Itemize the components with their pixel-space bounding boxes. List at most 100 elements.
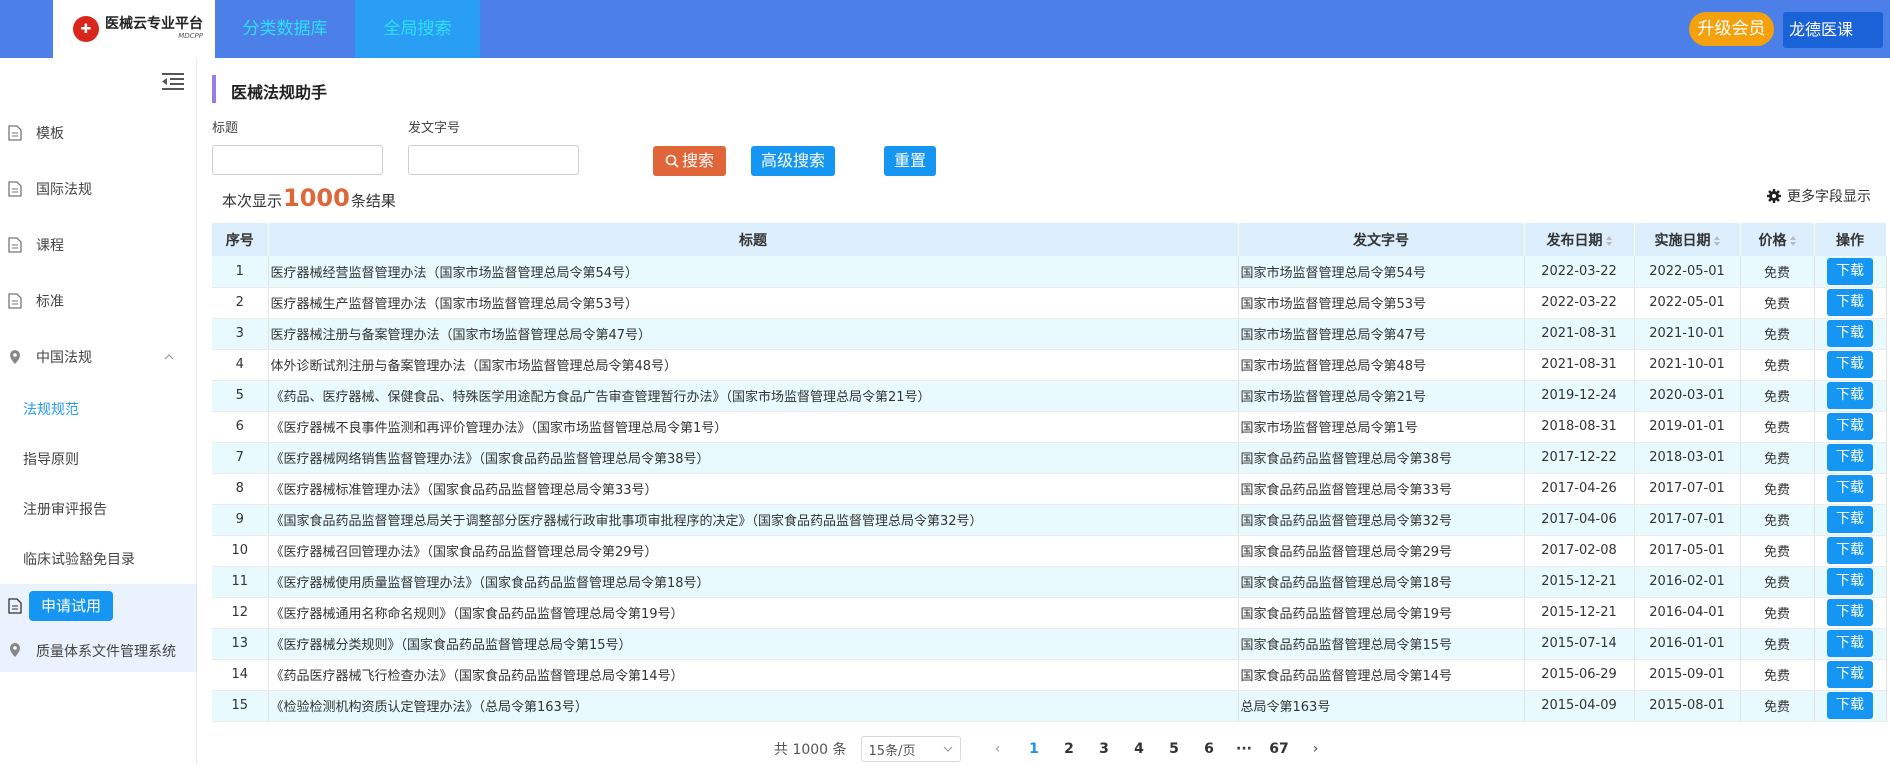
download-button[interactable]: 下载: [1827, 692, 1873, 719]
cell-action: 下载: [1814, 566, 1887, 598]
cell-title[interactable]: 体外诊断试剂注册与备案管理办法（国家市场监督管理总局令第48号）: [268, 349, 1239, 381]
chevron-up-icon[interactable]: [164, 354, 174, 360]
next-page-button[interactable]: ›: [1305, 741, 1327, 757]
sidebar-item-standards[interactable]: 标准: [0, 281, 196, 321]
download-button[interactable]: 下载: [1827, 382, 1873, 409]
cell-eff-date: 2017-07-01: [1634, 473, 1741, 505]
cell-title[interactable]: 医疗器械注册与备案管理办法（国家市场监督管理总局令第47号）: [268, 318, 1239, 350]
cell-title[interactable]: 《医疗器械分类规则》（国家食品药品监督管理总局令第15号）: [268, 628, 1239, 660]
sidebar-apply-row: 申请试用: [0, 584, 196, 628]
sidebar-sub-guidelines[interactable]: 指导原则: [0, 438, 196, 478]
sidebar-item-china-regulations[interactable]: 中国法规: [0, 337, 196, 377]
cell-title[interactable]: 《医疗器械不良事件监测和再评价管理办法》（国家市场监督管理总局令第1号）: [268, 411, 1239, 443]
cell-title[interactable]: 《药品医疗器械飞行检查办法》（国家食品药品监督管理总局令第14号）: [268, 659, 1239, 691]
search-button[interactable]: 搜索: [653, 146, 726, 176]
more-fields-button[interactable]: 更多字段显示: [1767, 186, 1871, 206]
download-button[interactable]: 下载: [1827, 568, 1873, 595]
cell-docno: 国家市场监督管理总局令第21号: [1238, 380, 1525, 412]
brand-logo[interactable]: ✚ 医械云专业平台 MDCPP: [53, 0, 215, 58]
cell-title[interactable]: 医疗器械经营监督管理办法（国家市场监督管理总局令第54号）: [268, 256, 1239, 288]
col-header-pub-date[interactable]: 发布日期: [1524, 223, 1635, 256]
col-header-eff-date[interactable]: 实施日期: [1634, 223, 1741, 256]
cell-title[interactable]: 《医疗器械标准管理办法》（国家食品药品监督管理总局令第33号）: [268, 473, 1239, 505]
upgrade-membership-button[interactable]: 升级会员: [1689, 12, 1774, 46]
page-4[interactable]: 4: [1122, 741, 1157, 757]
cell-title[interactable]: 《医疗器械召回管理办法》（国家食品药品监督管理总局令第29号）: [268, 535, 1239, 567]
download-button[interactable]: 下载: [1827, 506, 1873, 533]
docno-input[interactable]: [408, 145, 579, 175]
sidebar-sub-regulations[interactable]: 法规规范: [0, 388, 196, 428]
cell-docno: 总局令第163号: [1238, 690, 1525, 722]
cell-pub-date: 2017-12-22: [1524, 442, 1635, 474]
page-size-select[interactable]: 15条/页: [860, 736, 961, 762]
download-button[interactable]: 下载: [1827, 257, 1873, 285]
apply-trial-button[interactable]: 申请试用: [29, 591, 113, 621]
download-button[interactable]: 下载: [1827, 475, 1873, 502]
sidebar-sub-review-reports[interactable]: 注册审评报告: [0, 488, 196, 528]
download-button[interactable]: 下载: [1827, 444, 1873, 471]
download-button[interactable]: 下载: [1827, 289, 1873, 316]
tab-global-search[interactable]: 全局搜索: [355, 0, 480, 58]
cell-title[interactable]: 《国家食品药品监督管理总局关于调整部分医疗器械行政审批事项审批程序的决定》（国家…: [268, 504, 1239, 536]
download-button[interactable]: 下载: [1827, 599, 1873, 626]
sort-icon[interactable]: [1789, 235, 1796, 246]
cell-eff-date: 2021-10-01: [1634, 349, 1741, 381]
cell-docno: 国家食品药品监督管理总局令第29号: [1238, 535, 1525, 567]
download-button[interactable]: 下载: [1827, 661, 1873, 688]
sidebar-item-label: 国际法规: [36, 182, 92, 198]
sidebar-item-qms[interactable]: 质量体系文件管理系统: [0, 628, 196, 672]
cell-eff-date: 2017-05-01: [1634, 535, 1741, 567]
user-name[interactable]: 龙德医课: [1783, 12, 1883, 48]
page-1[interactable]: 1: [1017, 741, 1052, 757]
cell-eff-date: 2020-03-01: [1634, 380, 1741, 412]
cell-pub-date: 2015-04-09: [1524, 690, 1635, 722]
collapse-menu-icon[interactable]: [162, 71, 184, 91]
table-row: 1 医疗器械经营监督管理办法（国家市场监督管理总局令第54号） 国家市场监督管理总局…: [212, 256, 1887, 288]
table-row: 13 《医疗器械分类规则》（国家食品药品监督管理总局令第15号） 国家食品药品监督管…: [212, 628, 1887, 660]
download-button[interactable]: 下载: [1827, 320, 1873, 347]
sort-icon[interactable]: [1713, 235, 1720, 246]
cell-title[interactable]: 《医疗器械使用质量监督管理办法》（国家食品药品监督管理总局令第18号）: [268, 566, 1239, 598]
page-last[interactable]: 67: [1262, 741, 1297, 757]
sidebar-sub-label: 指导原则: [23, 452, 79, 468]
sidebar-item-templates[interactable]: 模板: [0, 113, 196, 153]
cell-docno: 国家食品药品监督管理总局令第38号: [1238, 442, 1525, 474]
download-button[interactable]: 下载: [1827, 351, 1873, 378]
reset-button[interactable]: 重置: [884, 146, 936, 176]
download-button[interactable]: 下载: [1827, 413, 1873, 440]
table-row: 5 《药品、医疗器械、保健食品、特殊医学用途配方食品广告审查管理暂行办法》（国家市…: [212, 380, 1887, 412]
cell-title[interactable]: 《药品、医疗器械、保健食品、特殊医学用途配方食品广告审查管理暂行办法》（国家市场…: [268, 380, 1239, 412]
page-6[interactable]: 6: [1192, 741, 1227, 757]
cell-docno: 国家市场监督管理总局令第48号: [1238, 349, 1525, 381]
pagination-ellipsis[interactable]: ···: [1227, 741, 1262, 757]
sidebar-sub-clinical-exemption[interactable]: 临床试验豁免目录: [0, 538, 196, 578]
download-button[interactable]: 下载: [1827, 630, 1873, 657]
table-row: 12 《医疗器械通用名称命名规则》（国家食品药品监督管理总局令第19号） 国家食品药…: [212, 597, 1887, 629]
cell-title[interactable]: 《医疗器械通用名称命名规则》（国家食品药品监督管理总局令第19号）: [268, 597, 1239, 629]
advanced-search-button[interactable]: 高级搜索: [751, 146, 835, 176]
sidebar-item-label: 中国法规: [36, 350, 92, 366]
cell-title[interactable]: 《检验检测机构资质认定管理办法》（总局令第163号）: [268, 690, 1239, 722]
sidebar-sub-label: 法规规范: [23, 402, 79, 418]
sidebar-item-courses[interactable]: 课程: [0, 225, 196, 265]
result-prefix: 本次显示: [222, 192, 283, 210]
cell-action: 下载: [1814, 659, 1887, 691]
sort-icon[interactable]: [1605, 235, 1612, 246]
sidebar-item-international-regulations[interactable]: 国际法规: [0, 169, 196, 209]
cell-no: 4: [212, 349, 269, 381]
search-button-label: 搜索: [681, 151, 714, 170]
download-button[interactable]: 下载: [1827, 537, 1873, 564]
page-5[interactable]: 5: [1157, 741, 1192, 757]
title-input[interactable]: [212, 145, 383, 175]
location-pin-icon: [10, 350, 20, 364]
col-header-price[interactable]: 价格: [1740, 223, 1815, 256]
page-2[interactable]: 2: [1052, 741, 1087, 757]
tab-category-database[interactable]: 分类数据库: [215, 0, 355, 58]
cell-title[interactable]: 《医疗器械网络销售监督管理办法》（国家食品药品监督管理总局令第38号）: [268, 442, 1239, 474]
table-row: 9 《国家食品药品监督管理总局关于调整部分医疗器械行政审批事项审批程序的决定》（国…: [212, 504, 1887, 536]
document-icon: [8, 125, 22, 141]
prev-page-button[interactable]: ‹: [987, 741, 1009, 757]
page-3[interactable]: 3: [1087, 741, 1122, 757]
cell-eff-date: 2016-04-01: [1634, 597, 1741, 629]
cell-title[interactable]: 医疗器械生产监督管理办法（国家市场监督管理总局令第53号）: [268, 287, 1239, 319]
